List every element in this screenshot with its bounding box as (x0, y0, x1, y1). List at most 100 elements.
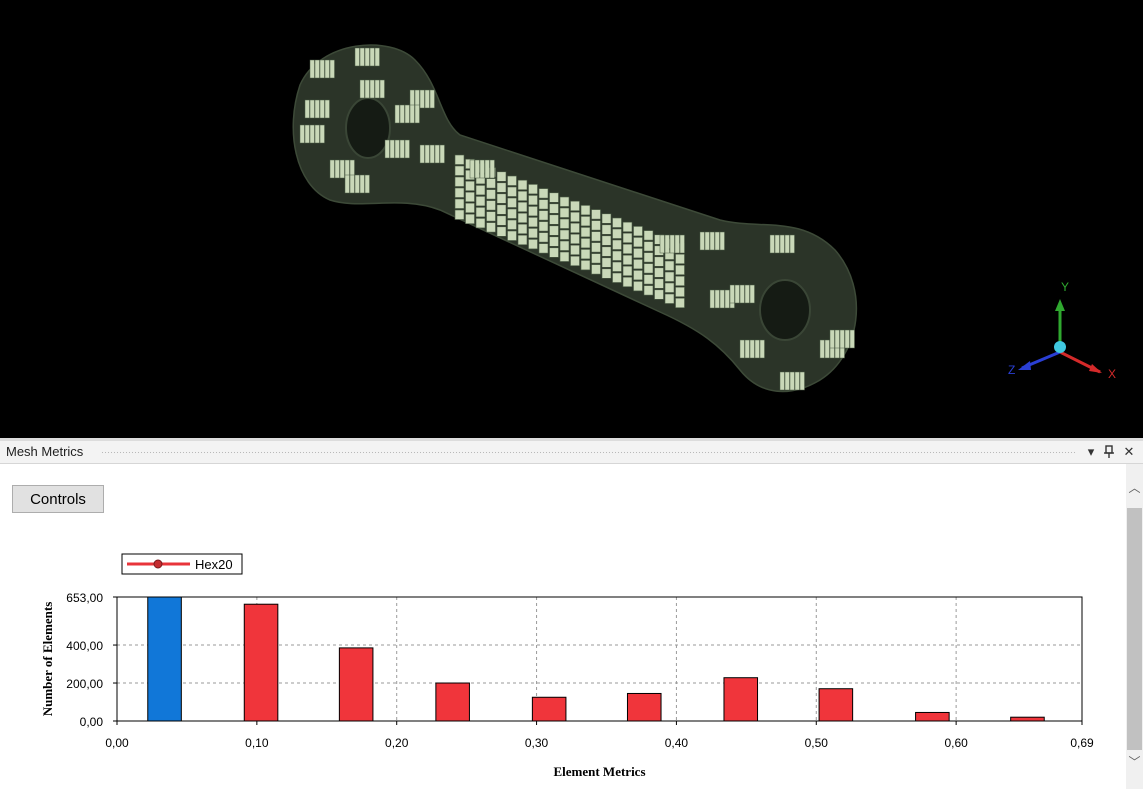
mesh-element (633, 270, 643, 281)
mesh-element (549, 192, 559, 203)
x-tick-label: 0,10 (245, 736, 269, 750)
mesh-element (538, 232, 549, 243)
mesh-element (409, 104, 415, 124)
mesh-element (643, 263, 654, 274)
mesh-element (517, 190, 528, 201)
mesh-model-view[interactable]: X Y Z (0, 0, 1143, 438)
mesh-element (507, 186, 517, 197)
mesh-element (643, 230, 654, 241)
mesh-element (799, 371, 805, 391)
mesh-element (549, 214, 559, 225)
mesh-element (404, 139, 410, 159)
mesh-element (507, 208, 517, 219)
mesh-element (496, 215, 507, 226)
mesh-element (419, 144, 425, 164)
mesh-element (654, 256, 664, 267)
mesh-element (454, 154, 465, 165)
mesh-element (654, 267, 664, 278)
mesh-element (754, 339, 760, 359)
mesh-element (379, 79, 385, 99)
mesh-element (364, 47, 370, 67)
connecting-rod-model (292, 44, 858, 393)
mesh-element (622, 276, 633, 288)
vertical-scrollbar[interactable]: ︿ ﹀ (1126, 464, 1143, 789)
mesh-element (479, 159, 485, 179)
x-tick-label: 0,20 (385, 736, 409, 750)
z-axis-label: Z (1008, 363, 1015, 377)
mesh-element (517, 223, 528, 234)
mesh-element (538, 199, 549, 210)
mesh-element (789, 371, 795, 391)
mesh-element (359, 47, 365, 67)
mesh-element (528, 228, 538, 239)
panel-drag-grip[interactable] (101, 451, 1076, 454)
mesh-element (633, 248, 643, 259)
mesh-element (528, 217, 538, 228)
close-icon[interactable]: ✕ (1121, 442, 1137, 462)
scroll-up-icon[interactable]: ︿ (1126, 478, 1143, 498)
mesh-element (591, 264, 601, 275)
mesh-element (591, 242, 601, 253)
scroll-thumb[interactable] (1127, 508, 1142, 750)
bar-9 (1010, 716, 1045, 722)
panel-dropdown-icon[interactable]: ▾ (1083, 442, 1099, 462)
mesh-element (749, 284, 755, 304)
mesh-element (384, 139, 390, 159)
mesh-element (399, 104, 405, 124)
mesh-element (429, 144, 435, 164)
mesh-element (724, 289, 730, 309)
mesh-element (549, 225, 559, 236)
bar-2 (338, 647, 374, 722)
mesh-element (486, 178, 496, 189)
mesh-element (528, 239, 538, 250)
pin-icon[interactable] (1101, 442, 1117, 462)
mesh-element (454, 198, 465, 209)
mesh-element (404, 104, 410, 124)
mesh-element (643, 285, 654, 296)
mesh-element (559, 229, 570, 240)
mesh-element (319, 59, 325, 79)
mesh-element (538, 210, 549, 221)
mesh-element (580, 205, 591, 216)
mesh-element (633, 259, 643, 270)
mesh-element (784, 371, 790, 391)
big-end-hole (759, 279, 811, 341)
mesh-element (465, 213, 475, 224)
mesh-element (601, 213, 612, 224)
mesh-element (389, 139, 395, 159)
mesh-element (779, 371, 785, 391)
mesh-element (643, 241, 654, 252)
mesh-element (849, 329, 855, 349)
mesh-element (612, 217, 622, 228)
mesh-element (309, 124, 315, 144)
mesh-element (314, 59, 320, 79)
mesh-element (299, 124, 305, 144)
mesh-element (612, 272, 622, 283)
y-axis-label: Y (1061, 280, 1069, 294)
mesh-element (489, 159, 495, 179)
mesh-element (784, 234, 790, 254)
mesh-element (484, 159, 490, 179)
mesh-element (704, 231, 710, 251)
mesh-element (794, 371, 800, 391)
mesh-element (538, 243, 549, 254)
mesh-element (824, 339, 830, 359)
y-arrowhead-icon (1055, 299, 1065, 311)
scroll-down-icon[interactable]: ﹀ (1126, 752, 1143, 772)
mesh-element (739, 339, 745, 359)
panel-title: Mesh Metrics (6, 444, 84, 459)
controls-button[interactable]: Controls (12, 485, 104, 513)
mesh-element (759, 339, 765, 359)
3d-viewport[interactable]: X Y Z (0, 0, 1143, 438)
mesh-element (304, 99, 310, 119)
x-tick-label: 0,00 (105, 736, 129, 750)
mesh-element (319, 99, 325, 119)
mesh-element (349, 174, 355, 194)
mesh-element (465, 180, 475, 191)
mesh-element (744, 339, 750, 359)
mesh-element (528, 184, 538, 195)
mesh-element (675, 253, 685, 264)
y-tick-label: 653,00 (66, 591, 103, 605)
mesh-element (622, 232, 633, 243)
mesh-element (304, 124, 310, 144)
